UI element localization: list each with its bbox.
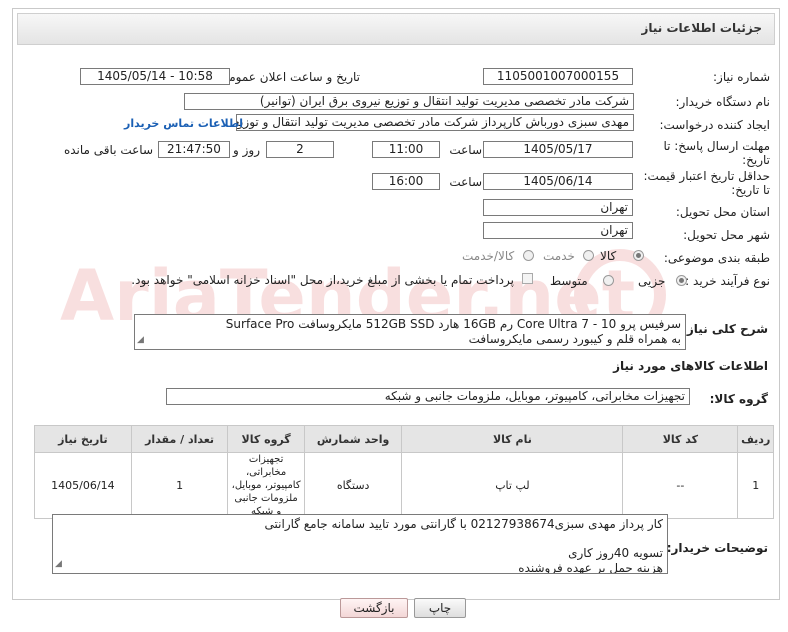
goods-group-field: تجهیزات مخابراتی، کامپیوتر، موبایل، ملزو… [166,388,690,405]
remaining-time-field: 21:47:50 [158,141,230,158]
city-label: شهر محل تحویل: [683,228,770,242]
send-date-field: 1405/05/17 [483,141,633,158]
description-line-1: سرفیس پرو 10 - Core Ultra 7 رم 16GB هارد… [225,317,681,331]
resize-grip-icon[interactable]: ◢ [55,557,62,572]
category-option-service: خدمت [543,249,575,263]
process-radio-medium[interactable] [603,275,614,286]
remaining-label: ساعت باقی مانده [63,143,153,157]
panel-header: جزئیات اطلاعات نیاز [17,13,775,45]
send-deadline-label-date: تاریخ: [742,153,770,167]
cell-group: تجهیزات مخابراتی، کامپیوتر، موبایل، ملزو… [227,452,305,519]
col-unit: واحد شمارش [303,425,403,453]
table-row: 1 -- لپ تاپ دستگاه تجهیزات مخابراتی، کام… [34,452,774,519]
buyer-contact-link[interactable]: اطلاعات تماس خریدار [124,117,243,130]
need-number-label: شماره نیاز: [713,70,770,84]
category-label: طبقه بندی موضوعی: [663,251,770,265]
province-field: تهران [483,199,633,216]
col-row: ردیف [737,425,774,453]
cell-qty: 1 [130,452,229,519]
category-radio-goods[interactable] [633,250,644,261]
buyer-notes-line-3: هزینه حمل بر عهده فروشنده [518,561,663,574]
validity-label: حداقل تاریخ اعتبار قیمت: [643,169,770,183]
category-option-goods: کالا [600,249,617,263]
creator-field: مهدی سبزی دورباش کارپرداز شرکت مادر تخصص… [236,114,634,131]
process-label: نوع فرآیند خرید : [685,274,770,288]
city-field: تهران [483,222,633,239]
description-textarea[interactable]: سرفیس پرو 10 - Core Ultra 7 رم 16GB هارد… [134,314,686,350]
creator-label: ایجاد کننده درخواست: [659,118,770,132]
send-deadline-label: مهلت ارسال پاسخ: تا [663,139,770,153]
days-label: روز و [233,143,260,157]
buyer-notes-blank-line [57,532,663,546]
buyer-label: نام دستگاه خریدار: [675,95,771,109]
buyer-notes-label: توضیحات خریدار: [666,541,768,555]
col-code: کد کالا [622,425,739,453]
validity-time-field: 16:00 [372,173,440,190]
process-option-small: جزیی [638,274,666,288]
back-button[interactable]: بازگشت [340,598,408,618]
category-radio-both[interactable] [523,250,534,261]
buyer-notes-line-2: تسویه 40روز کاری [568,546,663,560]
goods-group-label: گروه کالا: [709,392,768,406]
buyer-notes-textarea[interactable]: کار پرداز مهدی سبزی02127938674 با گارانت… [52,514,668,574]
category-radio-service[interactable] [583,250,594,261]
col-date: تاریخ نیاز [34,425,132,453]
need-number-field: 1105001007000155 [483,68,633,85]
buyer-notes-line-1: کار پرداز مهدی سبزی02127938674 با گارانت… [264,517,663,531]
process-option-medium: متوسط [550,274,588,288]
validity-label-date: تا تاریخ: [731,183,770,197]
process-radio-small[interactable] [676,275,687,286]
table-header-row: ردیف کد کالا نام کالا واحد شمارش گروه کا… [34,425,774,453]
cell-date: 1405/06/14 [34,452,132,519]
category-option-both: کالا/خدمت [462,249,515,263]
province-label: استان محل تحویل: [675,205,770,219]
col-name: نام کالا [401,425,624,453]
treasury-note: پرداخت تمام یا بخشی از مبلغ خرید،از محل … [131,273,514,287]
days-field: 2 [266,141,334,158]
cell-code: -- [622,452,739,519]
send-time-field: 11:00 [372,141,440,158]
announce-label: تاریخ و ساعت اعلان عمومی: [215,70,360,84]
cell-unit: دستگاه [303,452,403,519]
treasury-checkbox[interactable] [522,273,533,284]
col-qty: تعداد / مقدار [130,425,229,453]
validity-time-label: ساعت [449,175,482,189]
buyer-field: شرکت مادر تخصصی مدیریت تولید انتقال و تو… [184,93,634,110]
announce-field: 1405/05/14 - 10:58 [80,68,230,85]
validity-date-field: 1405/06/14 [483,173,633,190]
col-group: گروه کالا [227,425,305,453]
print-button[interactable]: چاپ [414,598,466,618]
description-line-2: به همراه قلم و کیبورد رسمی مایکروسافت [468,332,681,346]
cell-row: 1 [737,452,774,519]
resize-grip-icon[interactable]: ◢ [137,333,144,348]
description-label: شرح کلی نیاز: [682,322,768,336]
send-time-label: ساعت [449,143,482,157]
panel-title: جزئیات اطلاعات نیاز [641,21,762,35]
goods-section-title: اطلاعات کالاهای مورد نیاز [613,359,768,373]
cell-name: لپ تاپ [401,452,624,519]
items-table: ردیف کد کالا نام کالا واحد شمارش گروه کا… [34,425,774,519]
